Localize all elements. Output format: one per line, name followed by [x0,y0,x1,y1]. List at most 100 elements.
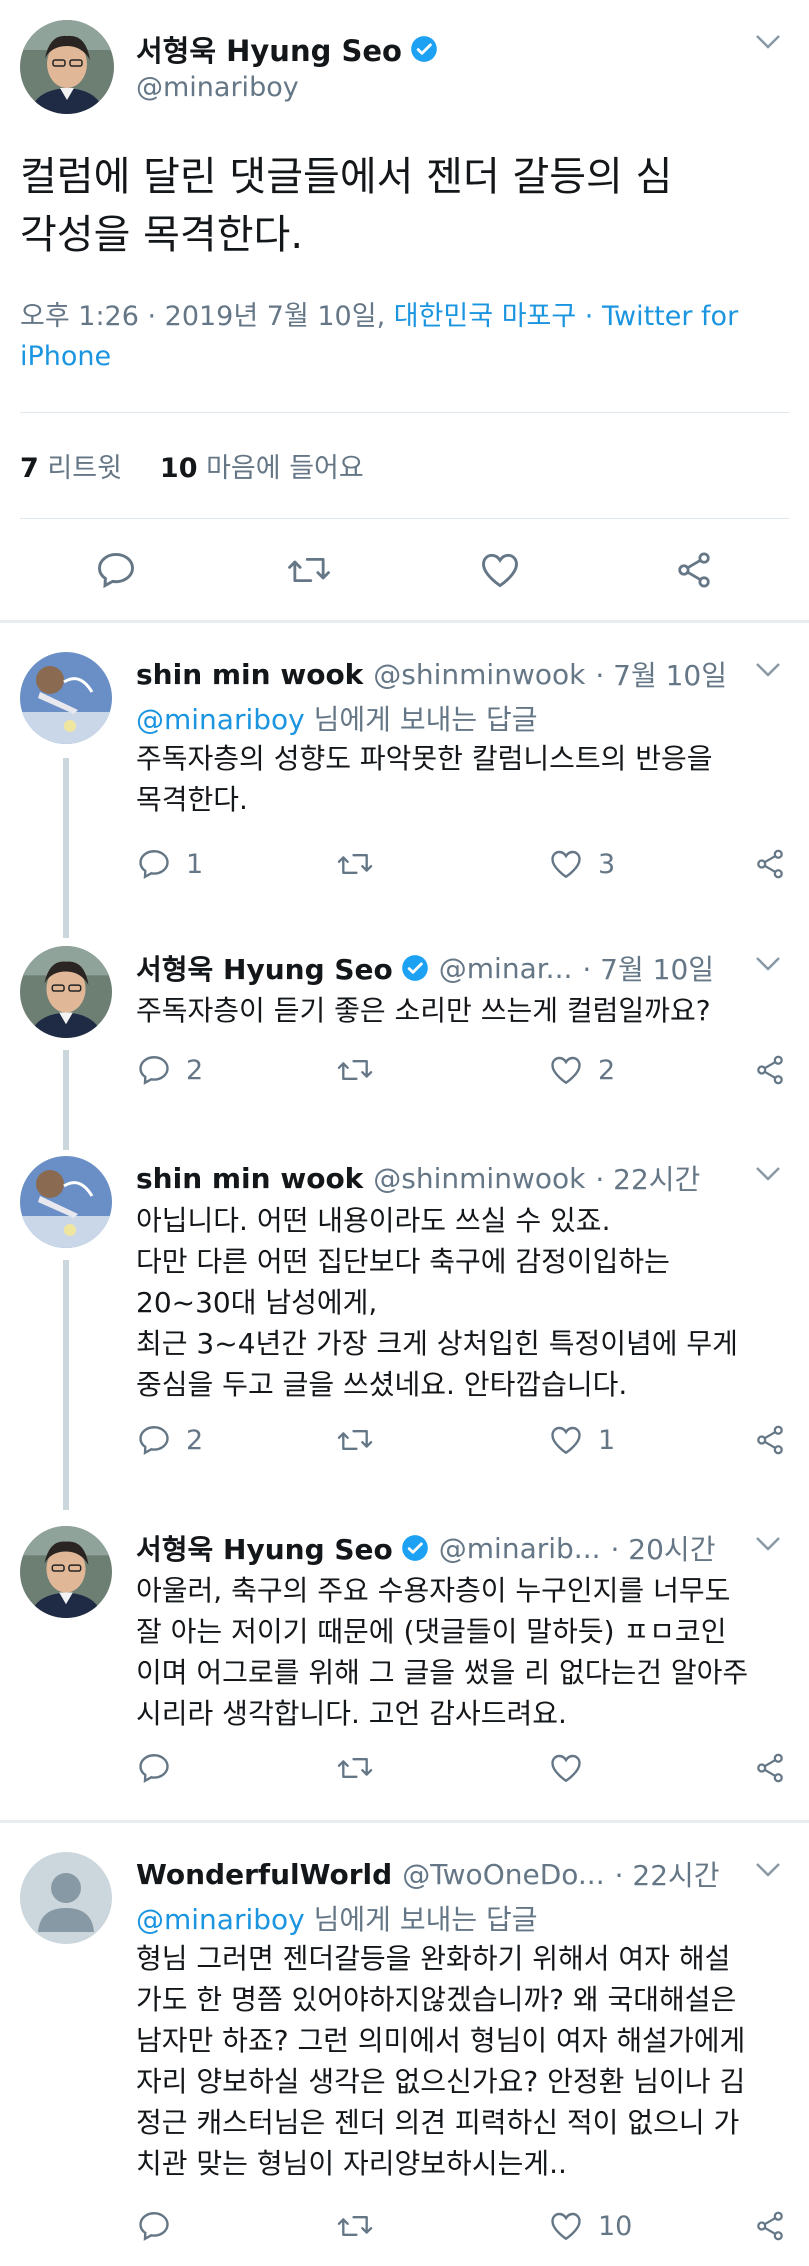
reply-header: shin min wook @shinminwook · 22시간 [136,1158,700,1198]
replying-to: @minariboy 님에게 보내는 답글 [136,698,538,738]
chevron-down-icon[interactable] [755,34,781,50]
heart-icon[interactable] [478,548,522,592]
avatar[interactable] [20,652,112,744]
author-name[interactable]: 서형욱 Hyung Seo [136,1528,393,1568]
divider [20,412,789,413]
timestamp[interactable]: · 20시간 [611,1528,716,1568]
retweet-icon [336,846,374,882]
reply-button[interactable] [136,1750,186,1786]
author-name[interactable]: 서형욱 Hyung Seo [136,948,393,988]
avatar[interactable] [20,1156,112,1248]
like-button[interactable]: 1 [548,1422,615,1458]
share-button[interactable] [752,1422,788,1458]
like-count[interactable]: 10 [160,453,198,484]
replying-to: @minariboy 님에게 보내는 답글 [136,1898,538,1938]
like-button[interactable]: 10 [548,2208,632,2244]
reply-header: shin min wook @shinminwook · 7월 10일 [136,654,727,694]
retweet-icon [336,1052,374,1088]
timestamp[interactable]: · 7월 10일 [595,654,727,694]
avatar[interactable] [20,1526,112,1618]
reply-button[interactable]: 2 [136,1052,203,1088]
author-handle[interactable]: @shinminwook [373,1162,585,1195]
like-button[interactable]: 3 [548,846,615,882]
reply-tweet[interactable]: WonderfulWorld @TwoOneDo... · 22시간 @mina… [0,1840,809,2266]
replying-label: 님에게 보내는 답글 [304,1903,538,1936]
reply-tweet[interactable]: 서형욱 Hyung Seo @minarib... · 20시간 아울러, 축구… [0,1518,809,1818]
reply-icon [136,2208,172,2244]
retweet-icon[interactable] [286,548,332,592]
reply-icon [136,1422,172,1458]
reply-icon [136,1750,172,1786]
reply-text: 주독자층의 성향도 파악못한 칼럼니스트의 반응을 목격한다. [136,742,713,816]
share-icon [752,1052,788,1088]
mention-link[interactable]: @minariboy [136,703,305,736]
reply-button[interactable]: 1 [136,846,203,882]
retweet-icon [336,1422,374,1458]
share-icon [752,1750,788,1786]
reply-icon [136,846,172,882]
author-handle[interactable]: @TwoOneDo... [402,1858,604,1891]
chevron-down-icon[interactable] [755,1536,781,1552]
retweet-button[interactable] [336,1750,388,1786]
reply-actions: 2 1 [136,1422,796,1462]
timestamp[interactable]: · 22시간 [615,1854,720,1894]
reply-button[interactable]: 2 [136,1422,203,1458]
section-divider [0,620,809,623]
reply-actions: 2 2 [136,1052,796,1092]
like-count: 2 [598,1054,616,1086]
reply-text: 형님 그러면 젠더갈등을 완화하기 위해서 여자 해설 가도 한 명쯤 있어야하… [136,1942,746,2180]
avatar[interactable] [20,20,114,114]
chevron-down-icon[interactable] [755,1862,781,1878]
mention-link[interactable]: @minariboy [136,1903,305,1936]
share-button[interactable] [752,2208,788,2244]
tweet-text-line: 각성을 목격한다. [20,212,304,258]
verified-badge-icon [401,1534,429,1562]
heart-icon [548,846,584,882]
share-button[interactable] [752,1052,788,1088]
chevron-down-icon[interactable] [755,1166,781,1182]
author-handle[interactable]: @minar... [439,952,573,985]
retweet-count[interactable]: 7 [20,453,39,484]
chevron-down-icon[interactable] [755,662,781,678]
author-handle[interactable]: @minariboy [136,72,299,103]
share-button[interactable] [752,846,788,882]
retweet-label[interactable]: 리트윗 [47,453,122,484]
timestamp[interactable]: · 7월 10일 [582,948,714,988]
share-icon[interactable] [672,548,716,592]
share-icon [752,846,788,882]
reply-tweet[interactable]: shin min wook @shinminwook · 7월 10일 @min… [0,640,809,940]
like-label[interactable]: 마음에 들어요 [206,453,364,484]
reply-tweet[interactable]: 서형욱 Hyung Seo @minar... · 7월 10일 주독자층이 듣… [0,938,809,1148]
reply-button[interactable] [136,2208,186,2244]
retweet-button[interactable] [336,1052,388,1088]
reply-header: 서형욱 Hyung Seo @minarib... · 20시간 [136,1528,715,1568]
timestamp[interactable]: · 22시간 [595,1158,700,1198]
reply-count: 1 [186,848,204,880]
section-divider [0,1820,809,1823]
author-name[interactable]: shin min wook [136,1162,363,1195]
like-count: 1 [598,1424,616,1456]
reply-count: 2 [186,1424,204,1456]
retweet-button[interactable] [336,846,388,882]
reply-header: 서형욱 Hyung Seo @minar... · 7월 10일 [136,948,714,988]
reply-text: 주독자층이 듣기 좋은 소리만 쓰는게 컬럼일까요? [136,994,711,1027]
retweet-button[interactable] [336,1422,388,1458]
author-name[interactable]: 서형욱 Hyung Seo [136,28,402,70]
reply-tweet[interactable]: shin min wook @shinminwook · 22시간 아닙니다. … [0,1148,809,1518]
retweet-button[interactable] [336,2208,388,2244]
author-name[interactable]: shin min wook [136,658,363,691]
heart-icon [548,1052,584,1088]
location-link[interactable]: 대한민국 마포구 [394,301,576,332]
avatar[interactable] [20,946,112,1038]
share-button[interactable] [752,1750,788,1786]
author-handle[interactable]: @minarib... [439,1532,601,1565]
avatar[interactable] [20,1852,112,1944]
tweet-text: 컬럼에 달린 댓글들에서 젠더 갈등의 심 각성을 목격한다. [20,148,790,264]
author-handle[interactable]: @shinminwook [373,658,585,691]
reply-actions: 1 3 [136,846,796,886]
author-name[interactable]: WonderfulWorld [136,1858,392,1891]
reply-icon[interactable] [94,548,138,592]
chevron-down-icon[interactable] [755,956,781,972]
like-button[interactable]: 2 [548,1052,615,1088]
like-button[interactable] [548,1750,598,1786]
